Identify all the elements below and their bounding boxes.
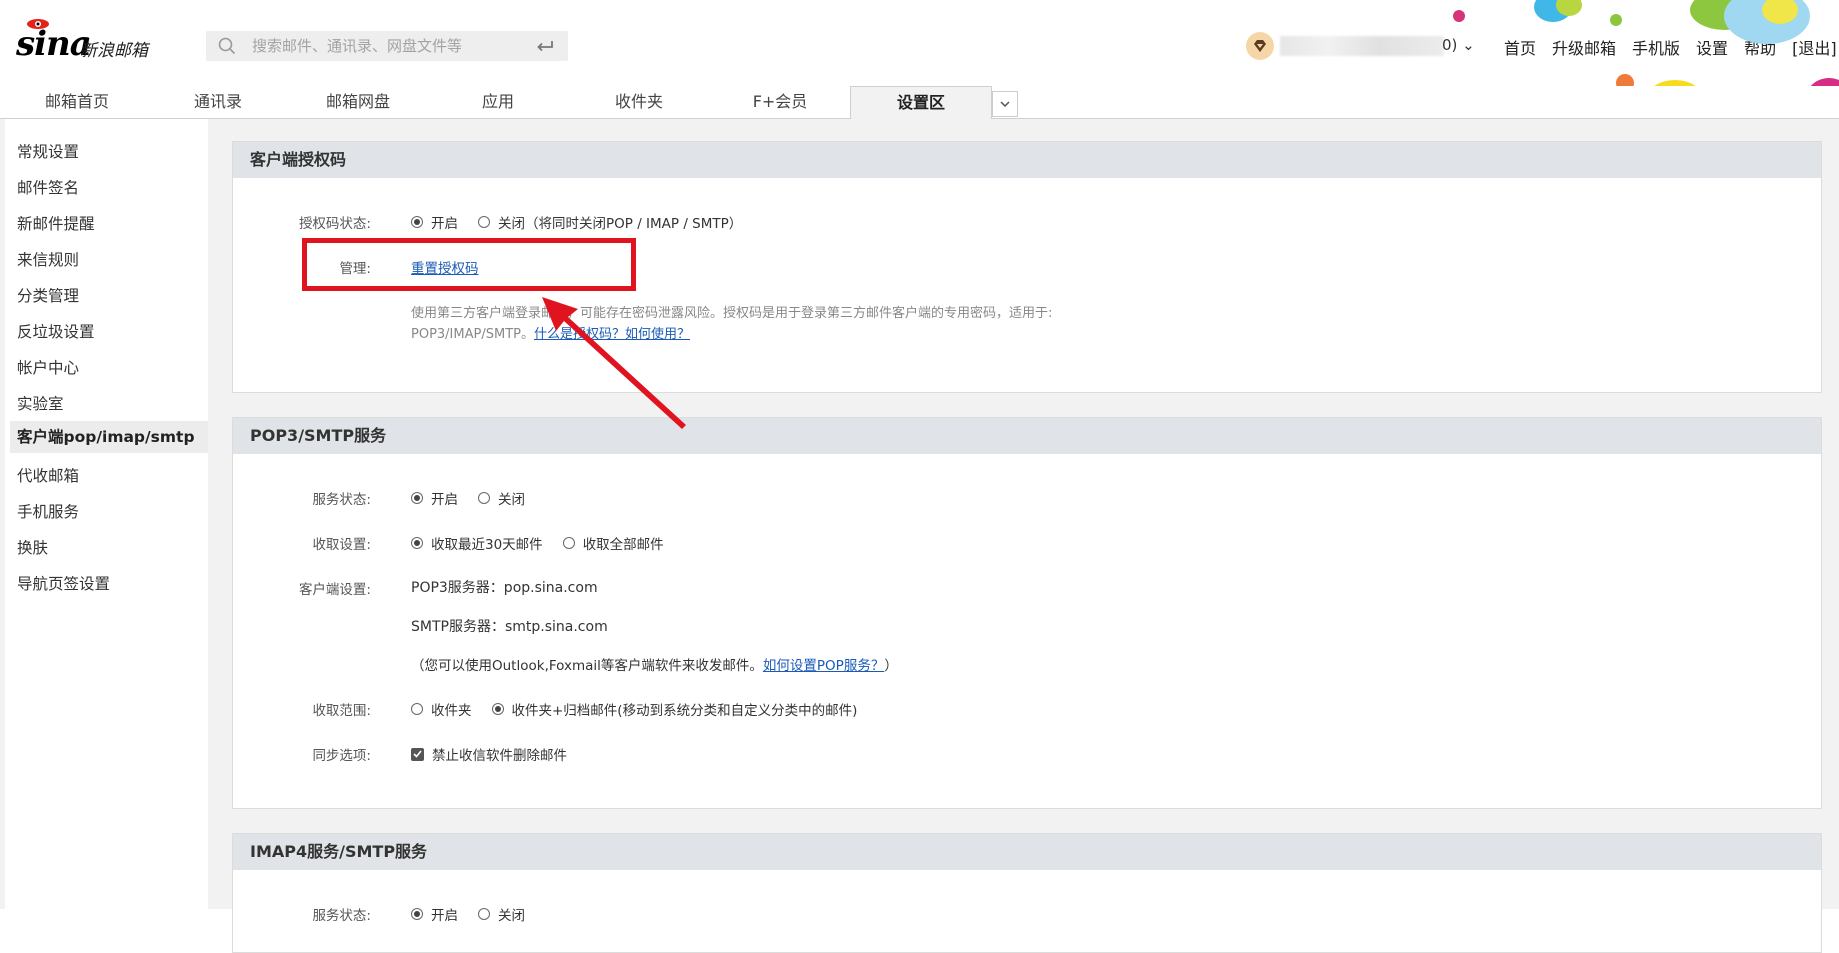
tab-apps[interactable]: 应用 xyxy=(434,86,562,118)
pop3-smtp-panel: POP3/SMTP服务 服务状态: 开启 关闭 收取设置: 收取最近30天邮件 … xyxy=(232,417,1822,809)
tab-contacts[interactable]: 通讯录 xyxy=(154,86,282,118)
range-archive-radio[interactable]: 收件夹+归档邮件(移动到系统分类和自定义分类中的邮件) xyxy=(491,699,857,719)
imap-service-on-radio[interactable]: 开启 xyxy=(411,904,458,924)
panel-title: IMAP4服务/SMTP服务 xyxy=(233,834,1821,870)
how-to-setup-pop-link[interactable]: 如何设置POP服务？ xyxy=(763,658,884,674)
radio-unchecked-icon xyxy=(478,492,490,504)
radio-unchecked-icon xyxy=(478,908,490,920)
checkbox-checked-icon xyxy=(411,747,424,761)
client-note: （您可以使用Outlook,Foxmail等客户端软件来收发邮件。如何设置POP… xyxy=(411,658,898,674)
fetch-recent-radio[interactable]: 收取最近30天邮件 xyxy=(411,533,543,553)
account-dropdown[interactable]: 0) ⌄ xyxy=(1442,36,1475,54)
pop-service-off-radio[interactable]: 关闭 xyxy=(478,488,525,508)
pop-service-on-radio[interactable]: 开启 xyxy=(411,488,458,508)
search-input[interactable] xyxy=(252,31,522,61)
field-label: 同步选项: xyxy=(312,748,371,764)
radio-checked-icon xyxy=(411,908,423,920)
sync-no-delete-checkbox[interactable]: 禁止收信软件删除邮件 xyxy=(411,744,567,764)
enter-icon[interactable] xyxy=(522,31,568,61)
radio-unchecked-icon xyxy=(411,703,423,715)
field-label: 授权码状态: xyxy=(298,216,371,232)
radio-unchecked-icon xyxy=(562,537,575,549)
link-settings[interactable]: 设置 xyxy=(1696,35,1728,59)
radio-checked-icon xyxy=(411,216,423,228)
tab-fplus-member[interactable]: F+会员 xyxy=(716,86,844,118)
auth-hint-line1: 使用第三方客户端登录邮箱，可能存在密码泄露风险。授权码是用于登录第三方邮件客户端… xyxy=(411,306,1053,321)
imap-service-off-radio[interactable]: 关闭 xyxy=(478,904,525,924)
search-box[interactable] xyxy=(206,31,568,61)
tab-settings[interactable]: 设置区 xyxy=(850,86,992,119)
logo-text: 新浪邮箱 xyxy=(80,41,148,61)
pop3-server-text: POP3服务器：pop.sina.com xyxy=(411,580,598,596)
smtp-server-text: SMTP服务器：smtp.sina.com xyxy=(411,619,608,635)
radio-checked-icon xyxy=(491,703,504,715)
imap-smtp-panel: IMAP4服务/SMTP服务 服务状态: 开启 关闭 xyxy=(232,833,1822,953)
fetch-all-radio[interactable]: 收取全部邮件 xyxy=(562,533,664,553)
auth-status-off-radio[interactable]: 关闭（将同时关闭POP / IMAP / SMTP） xyxy=(478,212,742,232)
sidebar-item-rules[interactable]: 来信规则 xyxy=(17,248,79,270)
panel-title: 客户端授权码 xyxy=(233,142,1821,178)
panel-title: POP3/SMTP服务 xyxy=(233,418,1821,454)
tab-mail-home[interactable]: 邮箱首页 xyxy=(0,86,154,118)
vip-badge-icon[interactable] xyxy=(1246,32,1274,60)
sidebar-item-categories[interactable]: 分类管理 xyxy=(17,284,79,306)
settings-sidebar: 常规设置 邮件签名 新邮件提醒 来信规则 分类管理 反垃圾设置 帐户中心 实验室… xyxy=(0,119,213,909)
field-label: 收取设置: xyxy=(312,537,371,553)
tab-inbox[interactable]: 收件夹 xyxy=(562,86,716,118)
sidebar-item-nav-tabs[interactable]: 导航页签设置 xyxy=(17,572,110,594)
sidebar-item-client-pop-imap-smtp[interactable]: 客户端pop/imap/smtp xyxy=(10,421,213,453)
link-mobile[interactable]: 手机版 xyxy=(1632,35,1680,59)
annotation-arrow-icon xyxy=(542,297,686,429)
radio-checked-icon xyxy=(411,492,423,504)
chevron-down-icon xyxy=(1000,101,1010,107)
sidebar-item-lab[interactable]: 实验室 xyxy=(17,392,64,414)
sidebar-item-skin[interactable]: 换肤 xyxy=(17,536,48,558)
tab-netdisk[interactable]: 邮箱网盘 xyxy=(282,86,434,118)
username-blurred[interactable] xyxy=(1280,36,1444,56)
field-label: 服务状态: xyxy=(312,492,371,508)
sidebar-item-proxy-mailbox[interactable]: 代收邮箱 xyxy=(17,464,79,486)
sidebar-item-mobile-service[interactable]: 手机服务 xyxy=(17,500,79,522)
radio-unchecked-icon xyxy=(478,216,490,228)
sidebar-item-new-mail-alert[interactable]: 新邮件提醒 xyxy=(17,212,95,234)
range-inbox-radio[interactable]: 收件夹 xyxy=(411,699,472,719)
link-home[interactable]: 首页 xyxy=(1504,35,1536,59)
main-nav: 邮箱首页 通讯录 邮箱网盘 应用 收件夹 F+会员 设置区 xyxy=(0,86,1839,119)
search-icon xyxy=(218,37,236,55)
highlight-box xyxy=(302,238,636,291)
field-label: 客户端设置: xyxy=(298,582,371,598)
top-header: sina 新浪邮箱 0) ⌄ 首页 升级邮箱 手机版 设置 帮助 [退出] xyxy=(0,0,1839,87)
auth-status-on-radio[interactable]: 开启 xyxy=(411,212,458,232)
link-logout[interactable]: [退出] xyxy=(1792,35,1837,59)
nav-more-button[interactable] xyxy=(992,91,1018,117)
sidebar-item-account-center[interactable]: 帐户中心 xyxy=(17,356,79,378)
sidebar-item-antispam[interactable]: 反垃圾设置 xyxy=(17,320,95,342)
field-label: 收取范围: xyxy=(312,703,371,719)
sidebar-item-general[interactable]: 常规设置 xyxy=(17,140,79,162)
sidebar-item-signature[interactable]: 邮件签名 xyxy=(17,176,79,198)
radio-checked-icon xyxy=(411,537,423,549)
field-label: 服务状态: xyxy=(312,908,371,924)
link-upgrade[interactable]: 升级邮箱 xyxy=(1552,35,1616,59)
